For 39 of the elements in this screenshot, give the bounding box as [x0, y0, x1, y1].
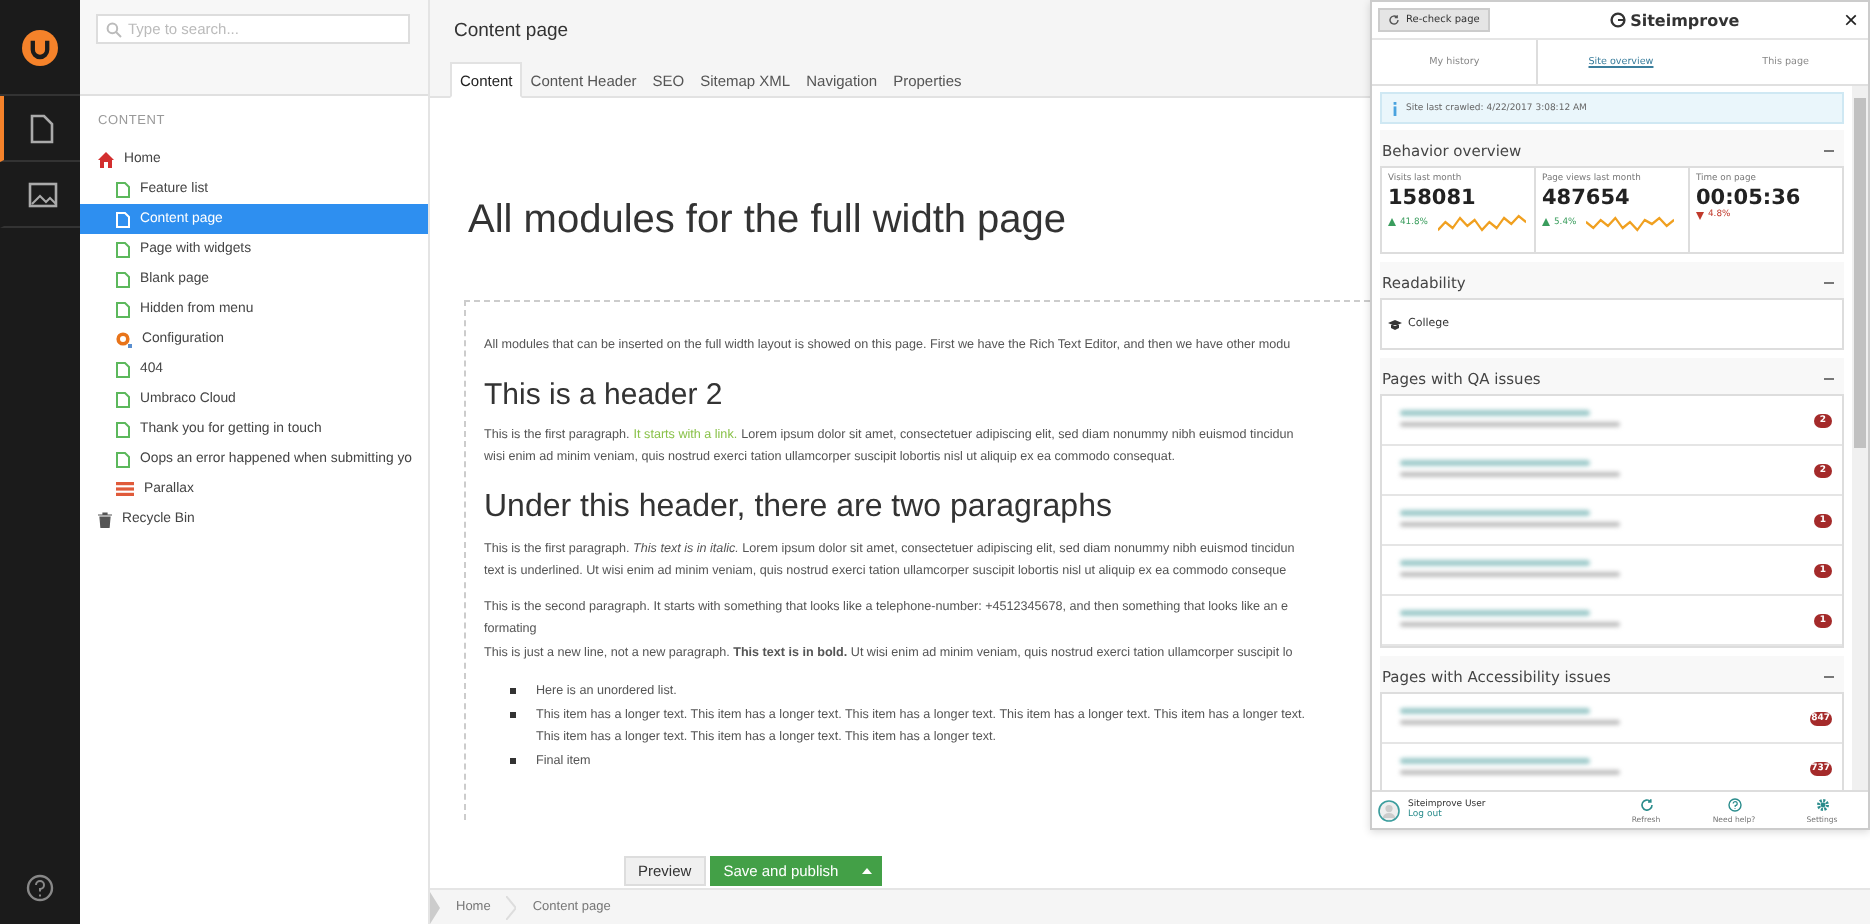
section-heading: Under this header, there are two paragraphs [484, 489, 1112, 525]
trash-icon [98, 511, 112, 527]
page-title: Content page [454, 20, 569, 42]
gear-icon [116, 331, 132, 347]
stat-value: 158081 [1388, 186, 1478, 210]
stat-value: 00:05:36 [1696, 186, 1803, 210]
graduation-cap-icon [1388, 319, 1402, 329]
settings-icon [1815, 797, 1829, 811]
breadcrumb-arrow-icon [430, 891, 440, 923]
down-arrow-icon [1696, 211, 1704, 219]
stat-value: 487654 [1542, 186, 1632, 210]
search-icon [106, 22, 122, 38]
refresh-icon [1639, 797, 1653, 811]
info-icon [1392, 101, 1398, 115]
avatar-icon [1378, 799, 1400, 821]
scrollbar[interactable] [1852, 86, 1868, 790]
sparkline-drawing [1437, 210, 1526, 234]
bullet-icon [510, 688, 516, 694]
brand-logo-icon [1610, 12, 1627, 28]
publish-options-button[interactable] [852, 855, 883, 885]
up-arrow-icon [1388, 218, 1396, 226]
chevron-icon [506, 895, 517, 919]
up-arrow-icon [1542, 218, 1550, 226]
bullet-icon [510, 757, 516, 763]
logo-icon[interactable] [22, 29, 58, 65]
brand-name: Siteimprove [1630, 11, 1740, 29]
page-heading: All modules for the full width page [468, 198, 1067, 244]
close-button[interactable]: × [1839, 8, 1862, 32]
house-icon [98, 151, 114, 167]
refresh-icon [1388, 14, 1400, 26]
help-icon [1727, 797, 1741, 811]
help-icon[interactable] [26, 874, 54, 902]
caret-icon [862, 867, 873, 873]
document-icon [30, 113, 54, 143]
sparkline-drawing [1586, 210, 1675, 234]
stripes-icon [116, 482, 134, 496]
section-heading: This is a header 2 [484, 377, 723, 411]
image-icon [27, 181, 57, 207]
bullet-icon [510, 711, 516, 717]
